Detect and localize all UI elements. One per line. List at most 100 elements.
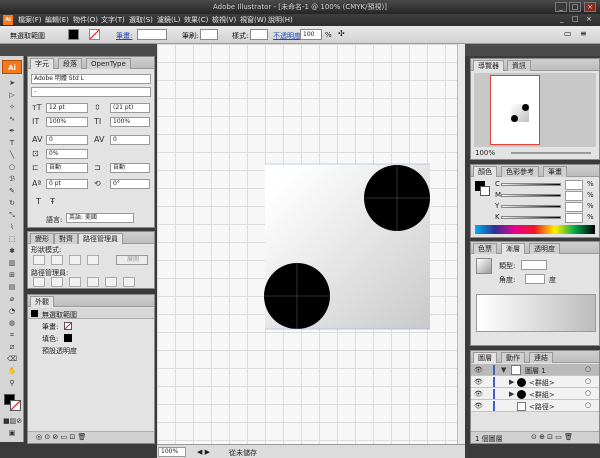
layer-row[interactable]: 👁 ▼ 圖層 1 ○ — [471, 364, 599, 376]
gradient-thumbnail[interactable] — [476, 258, 492, 274]
document-setup-icon[interactable]: ▭ — [564, 29, 572, 38]
tab-links[interactable]: 連結 — [529, 352, 553, 363]
eyedropper-tool-icon[interactable]: ⌀ — [3, 294, 21, 304]
font-size-field[interactable]: 12 pt — [46, 103, 88, 113]
horizontal-scale-field[interactable]: 100% — [110, 117, 150, 127]
tab-layers[interactable]: 圖層 — [473, 352, 497, 363]
selection-tool-icon[interactable]: ➤ — [3, 78, 21, 88]
tab-color[interactable]: 顏色 — [473, 166, 497, 177]
warp-tool-icon[interactable]: ⌇ — [3, 222, 21, 232]
menu-view[interactable]: 檢視(V) — [212, 15, 236, 25]
tsume-field[interactable]: 0% — [46, 149, 88, 159]
artboard-nav-icons[interactable]: ◀ ▶ — [197, 448, 210, 456]
magic-wand-tool-icon[interactable]: ✧ — [3, 102, 21, 112]
strikethrough-icon[interactable]: Ŧ — [50, 197, 55, 207]
lasso-tool-icon[interactable]: ∿ — [3, 114, 21, 124]
layer-name[interactable]: <路徑> — [529, 402, 555, 412]
stroke-weight-field[interactable] — [137, 29, 167, 40]
character-rotation-field[interactable]: 0° — [110, 179, 150, 189]
stroke-link[interactable]: 筆畫: — [116, 31, 132, 41]
color-stroke-swatch[interactable] — [480, 186, 490, 196]
recolor-icon[interactable]: ✣ — [338, 29, 345, 38]
gradient-type-dropdown[interactable] — [521, 260, 547, 270]
font-family-dropdown[interactable]: Adobe 明體 Std L — [31, 74, 151, 84]
vertical-scrollbar[interactable] — [457, 44, 465, 444]
appearance-stroke-swatch[interactable] — [64, 322, 72, 330]
opacity-link[interactable]: 不透明度: — [273, 31, 303, 41]
tab-actions[interactable]: 動作 — [501, 352, 525, 363]
doc-close-button[interactable]: × — [586, 15, 592, 23]
panel-menu-icon[interactable]: ≡ — [580, 29, 587, 38]
navigator-view-box[interactable] — [490, 75, 540, 145]
vertical-scale-field[interactable]: 100% — [46, 117, 88, 127]
stroke-color-icon[interactable] — [10, 400, 21, 411]
tab-appearance[interactable]: 外觀 — [30, 296, 54, 307]
screen-mode-icon[interactable]: ▣ — [3, 428, 21, 438]
baseline-shift-field[interactable]: 0 pt — [46, 179, 88, 189]
channel-c-field[interactable] — [565, 180, 583, 190]
tracking-field[interactable]: 0 — [110, 135, 150, 145]
outline-button[interactable] — [105, 277, 117, 287]
unite-button[interactable] — [33, 255, 45, 265]
fill-swatch[interactable] — [68, 29, 79, 40]
menu-filter[interactable]: 濾鏡(L) — [157, 15, 180, 25]
menu-window[interactable]: 視窗(W) — [240, 15, 266, 25]
tab-pathfinder[interactable]: 路徑管理員 — [78, 233, 123, 244]
color-mode-icons[interactable]: ■▨⊘ — [3, 416, 22, 426]
close-button[interactable]: × — [584, 2, 596, 12]
leading-field[interactable]: (21 pt) — [110, 103, 150, 113]
rectangle-tool-icon[interactable]: ○ — [3, 162, 21, 172]
hand-tool-icon[interactable]: ✋ — [3, 366, 21, 376]
brush-dropdown[interactable] — [200, 29, 218, 40]
expand-triangle-icon[interactable]: ▼ — [501, 365, 506, 375]
exclude-button[interactable] — [87, 255, 99, 265]
divide-button[interactable] — [33, 277, 45, 287]
expand-triangle-icon[interactable]: ▶ — [509, 377, 514, 387]
target-icon[interactable]: ○ — [585, 364, 591, 374]
minus-front-button[interactable] — [51, 255, 63, 265]
graph-tool-icon[interactable]: ▥ — [3, 258, 21, 268]
intersect-button[interactable] — [69, 255, 81, 265]
symbol-sprayer-tool-icon[interactable]: ✱ — [3, 246, 21, 256]
mesh-tool-icon[interactable]: ⊞ — [3, 270, 21, 280]
tab-transform[interactable]: 變形 — [30, 233, 54, 244]
navigator-zoom-slider[interactable] — [511, 152, 591, 154]
target-icon[interactable]: ○ — [585, 376, 591, 386]
minus-back-button[interactable] — [123, 277, 135, 287]
eraser-tool-icon[interactable]: ⌫ — [3, 354, 21, 364]
menu-type[interactable]: 文字(T) — [101, 15, 125, 25]
tab-character[interactable]: 字元 — [30, 58, 54, 69]
brush-tool-icon[interactable]: ℬ — [3, 174, 21, 184]
opacity-field[interactable]: 100 — [300, 29, 322, 40]
tab-opentype[interactable]: OpenType — [86, 58, 131, 69]
eye-icon[interactable]: 👁 — [474, 389, 483, 399]
type-tool-icon[interactable]: T — [3, 138, 21, 148]
target-icon[interactable]: ○ — [585, 388, 591, 398]
minimize-button[interactable]: _ — [555, 2, 567, 12]
layer-name[interactable]: 圖層 1 — [525, 366, 546, 376]
layers-footer-icons[interactable]: ⊙ ⊕ ⊡ ▭ 🗑 — [531, 433, 573, 441]
navigator-zoom[interactable]: 100% — [475, 149, 495, 157]
zoom-tool-icon[interactable]: ⚲ — [3, 378, 21, 388]
doc-minimize-button[interactable]: _ — [560, 15, 564, 23]
expand-triangle-icon[interactable]: ▶ — [509, 389, 514, 399]
eye-icon[interactable]: 👁 — [474, 377, 483, 387]
trim-button[interactable] — [51, 277, 63, 287]
line-tool-icon[interactable]: ╲ — [3, 150, 21, 160]
menu-help[interactable]: 說明(H) — [268, 15, 293, 25]
tab-info[interactable]: 資訊 — [507, 60, 531, 71]
tab-swatches[interactable]: 色票 — [473, 243, 497, 254]
appearance-fill-swatch[interactable] — [64, 334, 72, 342]
slice-tool-icon[interactable]: ⧄ — [3, 342, 21, 352]
tab-align[interactable]: 對齊 — [54, 233, 78, 244]
blend-tool-icon[interactable]: ◔ — [3, 306, 21, 316]
channel-y-field[interactable] — [565, 202, 583, 212]
free-transform-tool-icon[interactable]: ⬚ — [3, 234, 21, 244]
app-icon[interactable]: Ai — [3, 15, 13, 25]
underline-icon[interactable]: T — [36, 197, 41, 207]
layer-name[interactable]: <群組> — [529, 390, 555, 400]
color-spectrum-bar[interactable] — [475, 225, 595, 234]
crop-button[interactable] — [87, 277, 99, 287]
gradient-tool-icon[interactable]: ▤ — [3, 282, 21, 292]
direct-selection-tool-icon[interactable]: ▷ — [3, 90, 21, 100]
